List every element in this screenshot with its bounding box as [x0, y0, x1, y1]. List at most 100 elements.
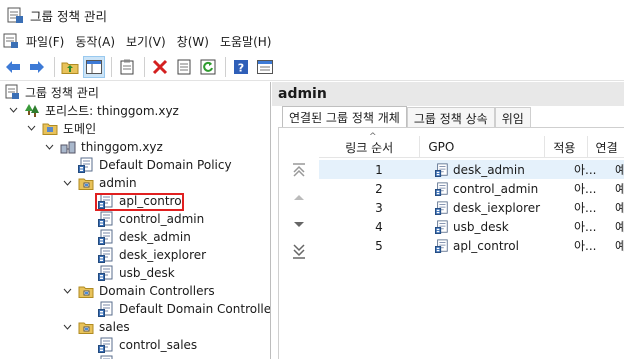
gpo-link-icon — [98, 229, 114, 245]
delete-icon — [152, 59, 168, 74]
tree-gpo-label: control_admin — [119, 212, 205, 226]
gpo-name: control_admin — [453, 181, 539, 196]
up-one-level-button[interactable] — [59, 56, 81, 78]
tree-gpo-default-dc-policy[interactable]: Default Domain Controllers — [98, 300, 271, 318]
tab-inheritance[interactable]: 그룹 정책 상속 — [406, 107, 495, 128]
cell-order: 3 — [375, 200, 383, 215]
cell-gpo: desk_admin — [429, 163, 564, 177]
tree-root[interactable]: 그룹 정책 관리 — [4, 83, 99, 101]
tree-gpo-control-sales[interactable]: control_sales — [98, 336, 197, 354]
tree-gpo-label: usb_desk — [119, 266, 175, 280]
column-label: 연결 — [595, 140, 618, 155]
tree-domains[interactable]: 도메인 — [26, 119, 96, 137]
console-button[interactable] — [254, 56, 276, 78]
list-header: ^ 링크 순서 GPO 적용 연결 — [319, 132, 624, 158]
link-order-controls — [279, 128, 319, 360]
column-link-enabled[interactable]: 연결 — [588, 136, 624, 158]
tree-forest[interactable]: 포리스트: thinggom.xyz — [8, 101, 179, 119]
cell-order: 1 — [375, 162, 383, 177]
refresh-icon — [200, 59, 216, 74]
properties-button[interactable] — [173, 56, 195, 78]
move-to-bottom-icon[interactable] — [291, 244, 307, 260]
cell-link-enabled: 예 — [615, 163, 624, 177]
chevron-down-icon[interactable] — [44, 142, 54, 152]
move-up-icon[interactable] — [291, 189, 307, 205]
tree-gpo-usb-desk[interactable]: usb_desk — [98, 264, 175, 282]
copy-button[interactable] — [116, 56, 138, 78]
refresh-button[interactable] — [197, 56, 219, 78]
menu-view[interactable]: 보기(V) — [126, 33, 173, 50]
chevron-down-icon[interactable] — [26, 123, 36, 133]
tree-domains-label: 도메인 — [63, 121, 97, 136]
tree-dc-label: Domain Controllers — [99, 284, 215, 298]
tree-gpo-control-admin[interactable]: control_admin — [98, 210, 204, 228]
console-icon — [257, 59, 273, 74]
menu-action[interactable]: 동작(A) — [75, 33, 122, 50]
menu-file[interactable]: 파일(F) — [26, 33, 71, 50]
menu-help[interactable]: 도움말(H) — [220, 33, 279, 50]
forward-button[interactable] — [26, 56, 48, 78]
tree-gpo-partial[interactable] — [98, 354, 119, 359]
gpo-link-icon — [98, 355, 114, 359]
table-row[interactable]: 3 desk_iexplorer 아... 예 — [319, 198, 624, 217]
show-hide-tree-button[interactable] — [83, 55, 105, 78]
tree-forest-label: 포리스트: thinggom.xyz — [45, 103, 179, 118]
toolbar: ? — [0, 53, 624, 81]
tree-gpo-desk-iexplorer[interactable]: desk_iexplorer — [98, 246, 206, 264]
toolbar-separator — [144, 56, 145, 77]
group-policy-root-icon — [5, 84, 19, 99]
gpo-link-icon — [435, 220, 449, 234]
tree-gpo-label: control_sales — [119, 338, 198, 352]
table-row[interactable]: 4 usb_desk 아... 예 — [319, 217, 624, 236]
tree-gpo-desk-admin[interactable]: desk_admin — [98, 228, 191, 246]
column-label: 적용 — [553, 140, 576, 155]
forward-icon — [30, 60, 44, 73]
chevron-down-icon[interactable] — [8, 105, 18, 115]
gpo-link-icon — [98, 247, 114, 263]
move-down-icon[interactable] — [291, 217, 307, 233]
cell-enforced: 아... — [574, 182, 597, 196]
console-menu-icon[interactable] — [2, 33, 20, 49]
gpo-name: usb_desk — [453, 219, 509, 234]
move-to-top-icon[interactable] — [291, 161, 307, 177]
table-row[interactable]: 1 desk_admin 아... 예 — [319, 160, 624, 179]
tree-ou-sales[interactable]: sales — [62, 318, 130, 336]
cell-link-enabled: 예 — [615, 239, 624, 253]
gpo-name: desk_iexplorer — [453, 200, 541, 215]
cell-gpo: desk_iexplorer — [429, 201, 564, 215]
sort-caret-icon: ^ — [369, 132, 377, 142]
tree-domain-label: thinggom.xyz — [81, 140, 163, 154]
gpo-link-icon — [98, 337, 114, 353]
chevron-down-icon[interactable] — [62, 178, 72, 188]
chevron-down-icon[interactable] — [62, 286, 72, 296]
back-button[interactable] — [2, 56, 24, 78]
show-hide-tree-icon — [86, 59, 102, 74]
tree-gpo-label: desk_iexplorer — [119, 248, 207, 262]
delete-button[interactable] — [149, 56, 171, 78]
column-link-order[interactable]: ^ 링크 순서 — [319, 132, 421, 158]
menu-window[interactable]: 창(W) — [177, 33, 216, 50]
tree-ou-domain-controllers[interactable]: Domain Controllers — [62, 282, 215, 300]
tree-default-domain-policy[interactable]: Default Domain Policy — [78, 156, 232, 174]
gpo-link-icon — [435, 239, 449, 253]
column-gpo[interactable]: GPO — [420, 136, 546, 158]
menu-bar: 파일(F) 동작(A) 보기(V) 창(W) 도움말(H) — [0, 30, 624, 52]
window-title: 그룹 정책 관리 — [30, 8, 107, 24]
table-row[interactable]: 5 apl_control 아... 예 — [319, 236, 624, 255]
cell-link-enabled: 예 — [615, 201, 624, 215]
help-button[interactable]: ? — [230, 56, 252, 78]
tree-gpo-label: Default Domain Controllers — [119, 302, 271, 316]
tree-domain[interactable]: thinggom.xyz — [44, 138, 163, 156]
gpo-link-icon — [435, 163, 449, 177]
cell-enforced: 아... — [574, 201, 597, 215]
domain-icon — [60, 141, 76, 154]
tab-linked-gpos[interactable]: 연결된 그룹 정책 개체 — [282, 106, 407, 128]
gpo-link-icon — [435, 201, 449, 215]
tree-ou-admin[interactable]: admin — [62, 174, 137, 192]
cell-enforced: 아... — [574, 239, 597, 253]
column-enforced[interactable]: 적용 — [545, 136, 588, 158]
console-tree: 그룹 정책 관리 포리스트: thinggom.xyz 도메인 thinggom… — [0, 82, 271, 359]
tab-delegation[interactable]: 위임 — [494, 107, 531, 128]
table-row[interactable]: 2 control_admin 아... 예 — [319, 179, 624, 198]
chevron-down-icon[interactable] — [62, 322, 72, 332]
